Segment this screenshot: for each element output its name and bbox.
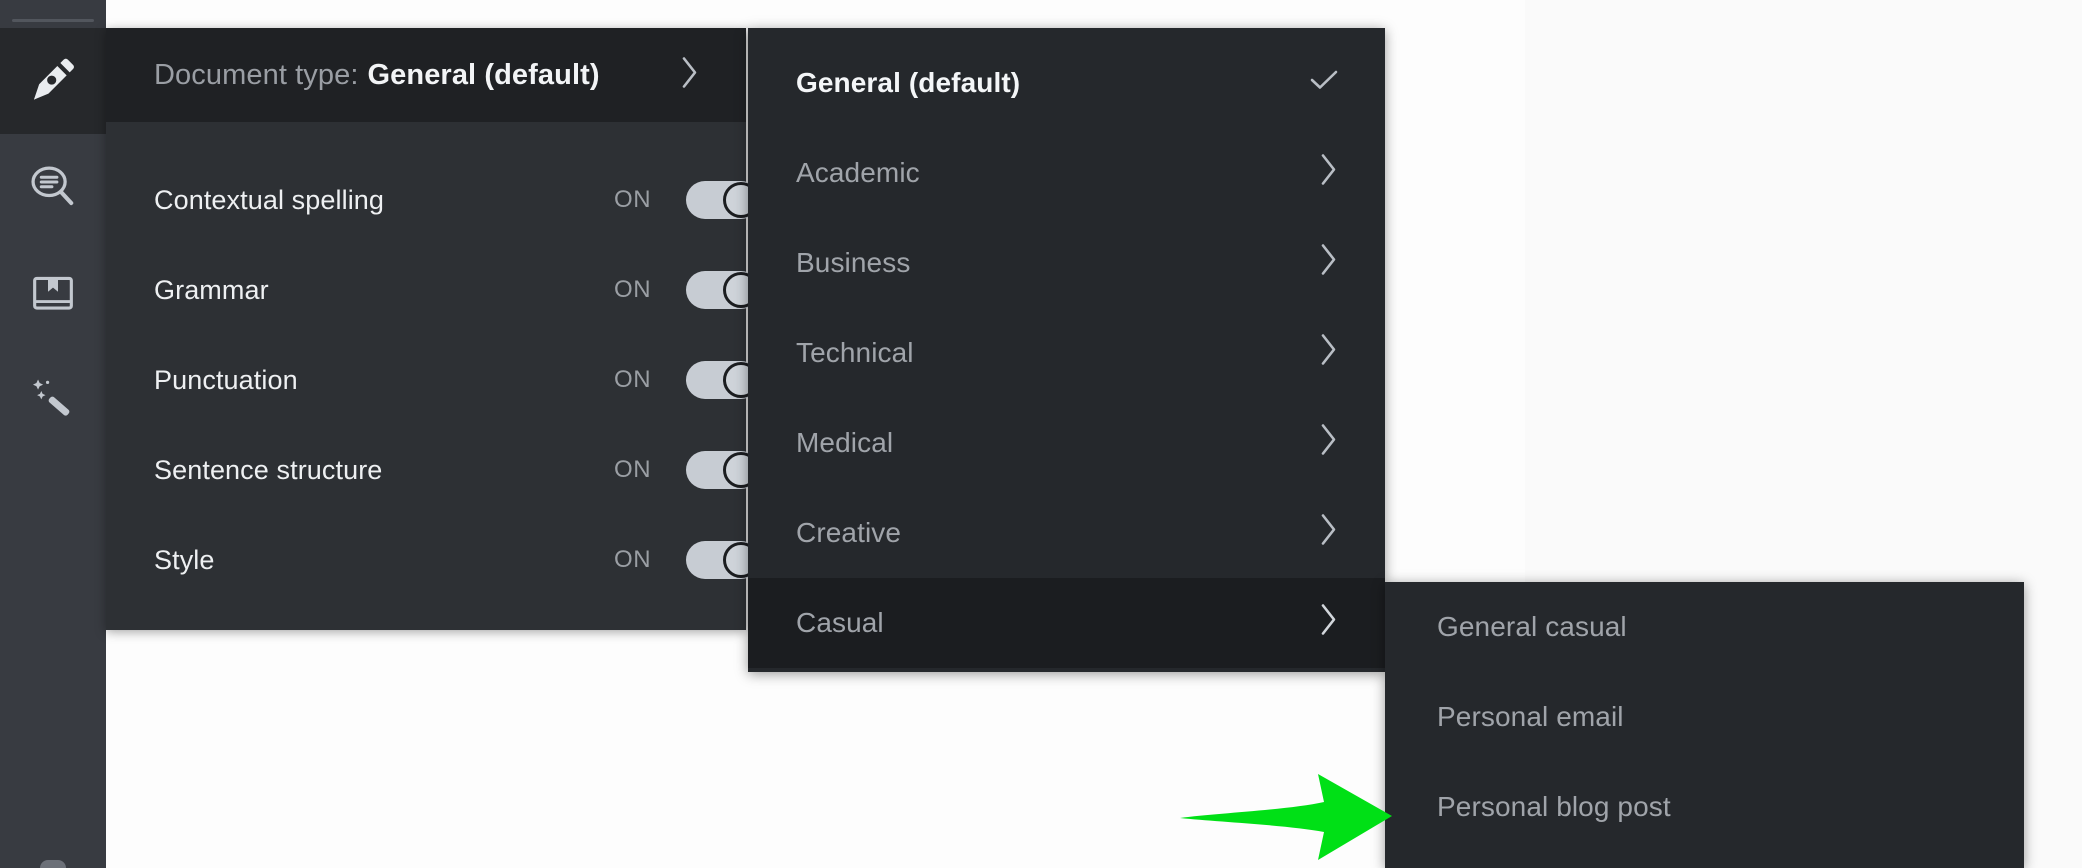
toggle-state-text: ON [614, 366, 652, 393]
sidebar-item-write[interactable] [0, 28, 106, 134]
toggle-label: Sentence structure [154, 454, 383, 485]
toggle-state-text: ON [614, 456, 652, 483]
document-type-value: General (default) [367, 58, 600, 91]
menu-item-casual[interactable]: Casual [748, 578, 1385, 668]
chevron-right-icon [1319, 603, 1339, 644]
sidebar-item-enhance[interactable] [0, 346, 106, 452]
menu-item-label: Technical [796, 337, 914, 368]
book-bookmark-icon [28, 268, 78, 318]
toggle-row-contextual-spelling[interactable]: Contextual spelling ON [106, 166, 760, 234]
menu-item-personal-email[interactable]: Personal email [1385, 672, 2024, 762]
check-icon [1309, 67, 1339, 99]
toggle-row-grammar[interactable]: Grammar ON [106, 256, 760, 324]
document-type-label: Document type: [154, 58, 359, 91]
menu-item-label: Medical [796, 427, 894, 458]
magic-wand-icon [27, 373, 79, 425]
menu-item-label: Business [796, 247, 911, 278]
menu-item-technical[interactable]: Technical [748, 308, 1385, 398]
toggle-state-text: ON [614, 546, 652, 573]
toggle-label: Style [154, 544, 215, 575]
chevron-right-icon [1319, 333, 1339, 374]
sidebar-item-review[interactable] [0, 134, 106, 240]
menu-item-business[interactable]: Business [748, 218, 1385, 308]
chevron-right-icon [1319, 153, 1339, 194]
toggle-row-style[interactable]: Style ON [106, 526, 760, 594]
menu-item-label: Creative [796, 517, 902, 548]
sidebar-item-dictionary[interactable] [0, 240, 106, 346]
menu-item-label: General (default) [796, 67, 1021, 98]
toggle-label: Punctuation [154, 364, 298, 395]
toggle-list: Contextual spelling ON Grammar ON Punctu… [106, 122, 760, 594]
toggle-state-text: ON [614, 186, 652, 213]
rail-bottom-handle[interactable] [40, 860, 66, 868]
toggle-state-text: ON [614, 276, 652, 303]
chevron-right-icon [1319, 243, 1339, 284]
chevron-right-icon [1319, 513, 1339, 554]
toggle-row-punctuation[interactable]: Punctuation ON [106, 346, 760, 414]
rail-divider [12, 19, 94, 22]
menu-item-label: Academic [796, 157, 920, 188]
toggle-label: Grammar [154, 274, 269, 305]
menu-item-label: Personal blog post [1437, 791, 1671, 822]
menu-item-label: Personal email [1437, 701, 1624, 732]
casual-submenu: General casual Personal email Personal b… [1385, 582, 2024, 868]
chevron-right-icon [1319, 423, 1339, 464]
sidebar-rail [0, 0, 106, 868]
menu-item-creative[interactable]: Creative [748, 488, 1385, 578]
toggle-label: Contextual spelling [154, 184, 385, 215]
toggle-row-sentence-structure[interactable]: Sentence structure ON [106, 436, 760, 504]
document-type-settings-panel: Document type: General (default) Context… [106, 28, 760, 630]
pen-nib-icon [27, 55, 79, 107]
menu-item-label: General casual [1437, 611, 1627, 642]
document-type-header[interactable]: Document type: General (default) [106, 28, 746, 122]
menu-item-general-casual[interactable]: General casual [1385, 582, 2024, 672]
menu-item-personal-blog-post[interactable]: Personal blog post [1385, 762, 2024, 852]
screenshot-root: Document type: General (default) Context… [0, 0, 2082, 868]
menu-item-academic[interactable]: Academic [748, 128, 1385, 218]
document-search-icon [27, 161, 79, 213]
menu-item-general-default[interactable]: General (default) [748, 38, 1385, 128]
menu-item-medical[interactable]: Medical [748, 398, 1385, 488]
chevron-right-icon [680, 56, 700, 95]
document-type-menu: General (default) Academic Business Tech… [748, 28, 1385, 672]
menu-item-label: Casual [796, 607, 884, 638]
